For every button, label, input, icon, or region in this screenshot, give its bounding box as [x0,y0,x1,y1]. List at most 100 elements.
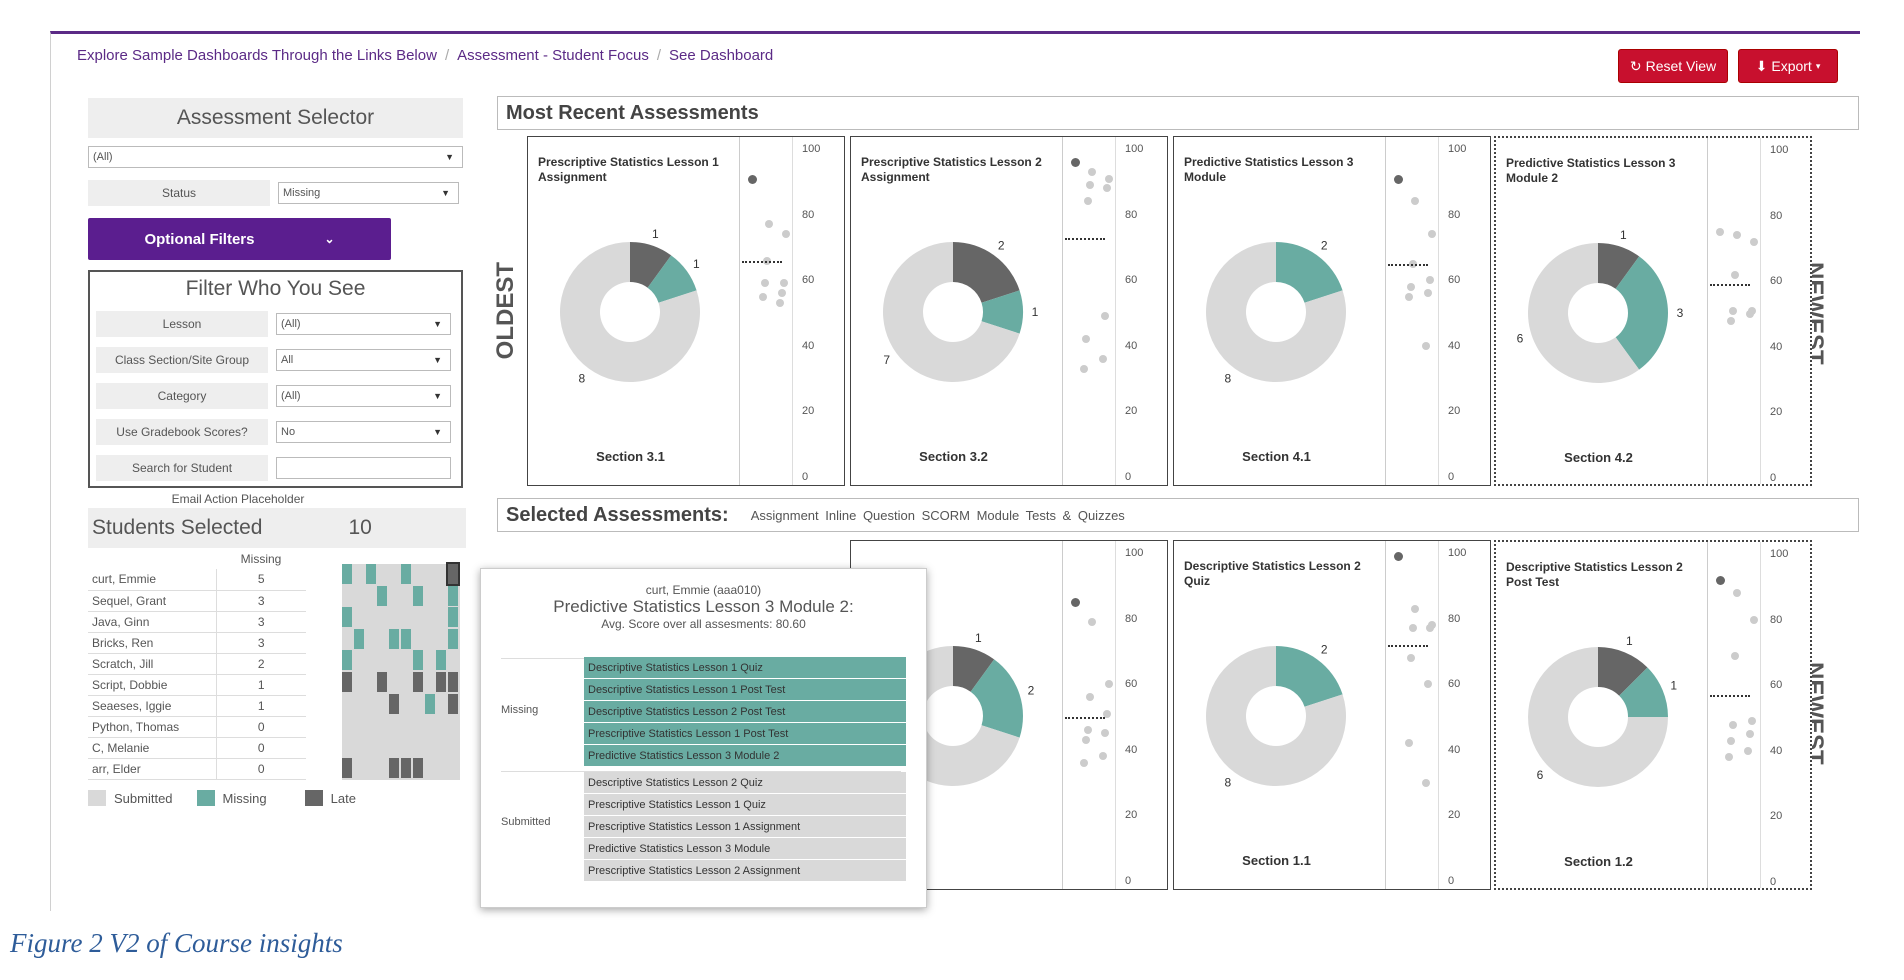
grid-cell[interactable] [342,758,352,779]
grid-cell[interactable] [389,672,400,692]
grid-cell[interactable] [377,607,388,628]
score-dot[interactable] [1101,729,1109,738]
grid-cell[interactable] [365,585,376,606]
grid-cell[interactable] [365,672,376,692]
table-row[interactable]: C, Melanie 0 [88,737,306,759]
grid-cell[interactable] [448,650,459,671]
score-dot[interactable] [1405,739,1413,748]
grid-cell[interactable] [448,672,459,692]
grid-cell[interactable] [424,736,435,757]
score-dot[interactable] [1746,310,1754,318]
donut-chart[interactable]: 28 [1174,137,1379,437]
grid-cell[interactable] [436,672,447,692]
grid-cell[interactable] [389,715,400,736]
class-section-dropdown[interactable]: All ▼ [276,349,451,371]
grid-cell[interactable] [401,715,411,736]
grid-cell[interactable] [436,736,447,757]
grid-cell[interactable] [353,693,364,714]
search-student-input[interactable] [276,457,451,479]
table-row[interactable]: Scratch, Jill 2 [88,653,306,675]
grid-cell[interactable] [436,628,447,649]
score-dot[interactable] [1422,778,1430,787]
score-dot[interactable] [1088,617,1096,626]
grid-cell[interactable] [353,758,364,779]
grid-cell[interactable] [412,715,423,736]
grid-cell[interactable] [342,585,352,606]
grid-cell[interactable] [377,715,388,736]
score-dot[interactable] [1086,181,1094,190]
grid-cell[interactable] [353,607,364,628]
score-dot[interactable] [1086,693,1094,702]
score-dot[interactable] [1105,174,1113,183]
grid-cell[interactable] [389,736,400,757]
grid-cell[interactable] [401,672,411,692]
grid-cell[interactable] [342,693,352,714]
grid-cell[interactable] [448,585,459,606]
grid-cell[interactable] [401,628,411,649]
grid-cell[interactable] [412,564,423,584]
grid-cell[interactable] [342,564,352,584]
grid-cell[interactable] [401,693,411,714]
score-dot[interactable] [1716,576,1725,586]
grid-cell[interactable] [365,628,376,649]
grid-cell[interactable] [365,693,376,714]
grid-cell[interactable] [365,758,376,779]
score-dot[interactable] [1727,316,1735,325]
grid-cell[interactable] [401,607,411,628]
assessment-card[interactable]: Descriptive Statistics Lesson 2 Post Tes… [1494,540,1812,890]
grid-cell[interactable] [448,758,459,779]
grid-cell[interactable] [353,564,364,584]
score-dot[interactable] [782,230,790,239]
score-dot[interactable] [1071,598,1080,608]
score-dot[interactable] [1407,653,1415,662]
breadcrumb-link-assessment[interactable]: Assessment - Student Focus [457,47,649,64]
student-name[interactable]: Sequel, Grant [88,590,217,612]
grid-cell[interactable] [424,628,435,649]
grid-cell[interactable] [424,650,435,671]
score-dot[interactable] [1729,720,1737,729]
grid-cell[interactable] [424,693,435,714]
grid-cell[interactable] [412,585,423,606]
score-dot[interactable] [1729,306,1737,315]
optional-filters-button[interactable]: Optional Filters ⌄ [88,218,391,260]
table-row[interactable]: Bricks, Ren 3 [88,632,306,654]
grid-cell[interactable] [389,693,400,714]
donut-chart[interactable]: 1 1 8 [528,137,733,437]
status-dropdown[interactable]: Missing ▼ [278,182,459,204]
student-name[interactable]: Script, Dobbie [88,674,217,696]
score-dot[interactable] [1411,604,1419,613]
grid-cell[interactable] [353,628,364,649]
grid-cell[interactable] [401,758,411,779]
score-dot[interactable] [748,174,757,184]
grid-cell[interactable] [342,672,352,692]
grid-cell[interactable] [424,585,435,606]
grid-cell[interactable] [448,607,459,628]
category-dropdown[interactable]: (All) ▼ [276,385,451,407]
student-name[interactable]: Seaeses, Iggie [88,695,217,717]
score-dot[interactable] [1716,228,1724,236]
grid-cell[interactable] [365,607,376,628]
score-dot[interactable] [1409,624,1417,633]
grid-cell[interactable] [377,650,388,671]
score-dot[interactable] [1084,726,1092,735]
grid-cell[interactable] [353,736,364,757]
breadcrumb-link-see-dashboard[interactable]: See Dashboard [669,47,773,64]
score-dot[interactable] [1748,717,1756,726]
score-dot[interactable] [1422,341,1430,350]
score-dot[interactable] [1424,680,1432,689]
grid-cell[interactable] [436,585,447,606]
grid-cell[interactable] [365,715,376,736]
student-name[interactable]: arr, Elder [88,758,217,781]
donut-chart[interactable]: 1 1 6 [1496,542,1701,842]
score-dot[interactable] [1394,552,1403,562]
student-status-grid[interactable] [342,562,461,780]
grid-cell[interactable] [448,693,459,714]
score-dot[interactable] [1750,237,1758,246]
grid-cell[interactable] [401,585,411,606]
grid-cell[interactable] [353,650,364,671]
grid-cell[interactable] [377,672,388,692]
score-dot[interactable] [1407,282,1415,291]
table-row[interactable]: Sequel, Grant 3 [88,590,306,612]
score-dot[interactable] [1750,615,1758,624]
grid-cell[interactable] [353,715,364,736]
